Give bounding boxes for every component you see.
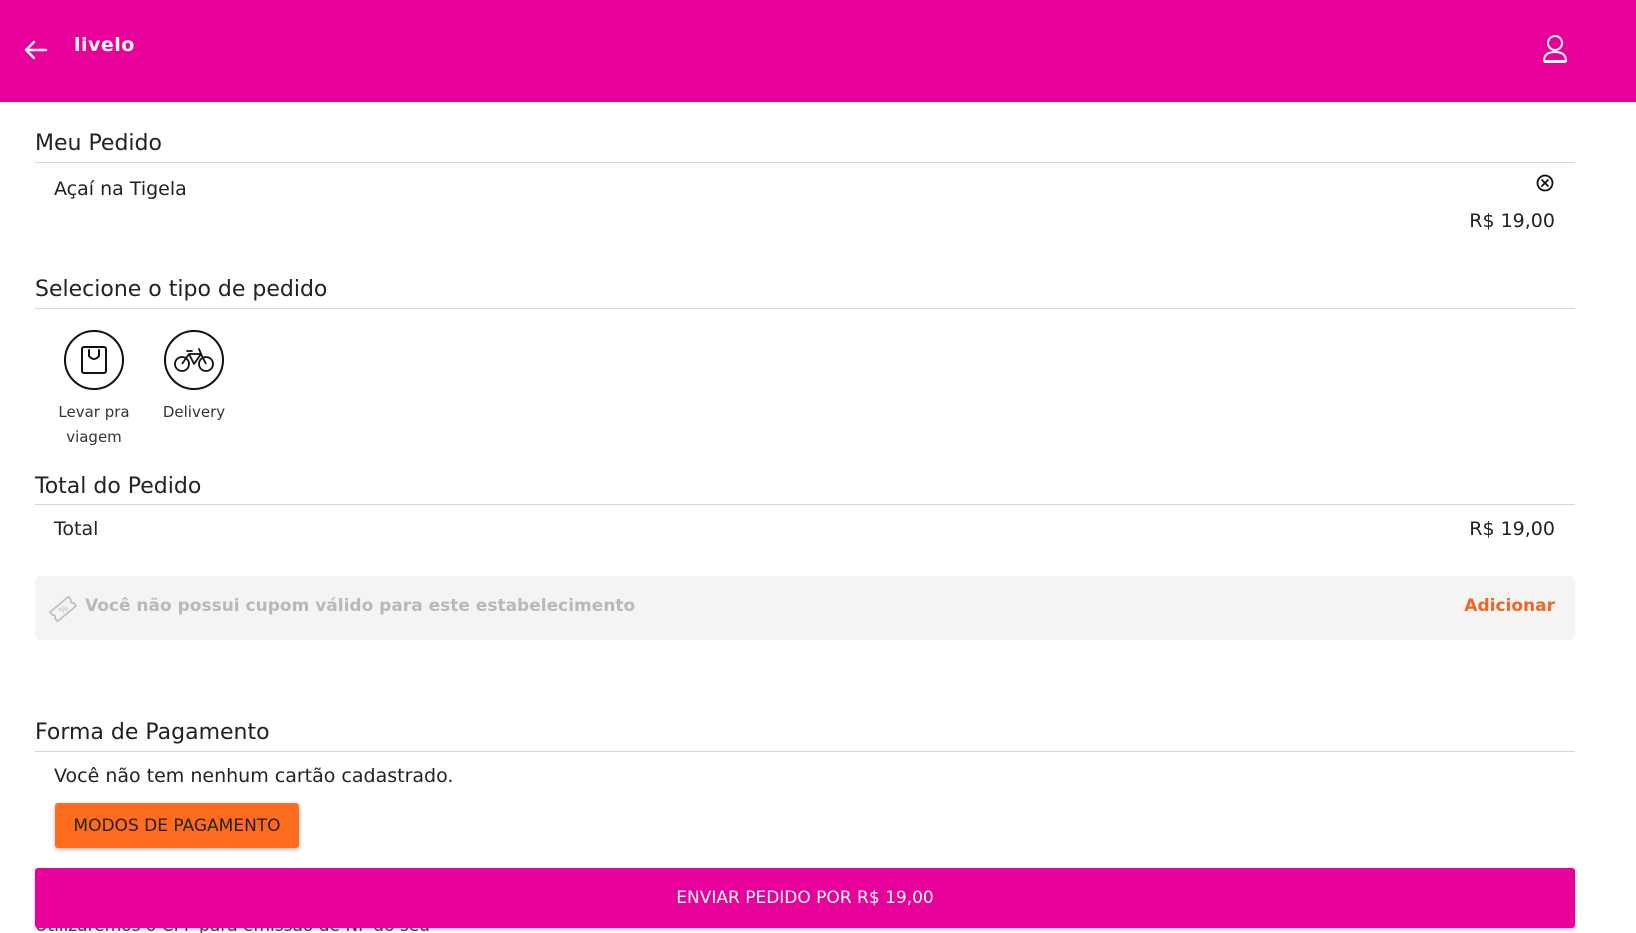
no-card-message: Você não tem nenhum cartão cadastrado. (54, 765, 454, 787)
coupon-message: Você não possui cupom válido para este e… (85, 596, 636, 616)
order-item-name: Açaí na Tigela (54, 178, 187, 200)
shopping-bag-icon (64, 330, 124, 390)
divider (35, 162, 1575, 163)
divider (35, 751, 1575, 752)
total-section-title: Total do Pedido (35, 474, 202, 499)
order-type-label: Levar pra viagem (58, 403, 130, 446)
close-circle-icon[interactable] (1536, 174, 1554, 192)
total-value: R$ 19,00 (1469, 518, 1555, 540)
order-item-price: R$ 19,00 (1469, 210, 1555, 232)
order-type-takeaway[interactable]: Levar pra viagem (44, 330, 144, 450)
order-section-title: Meu Pedido (35, 131, 162, 156)
divider (35, 504, 1575, 505)
total-label: Total (54, 518, 99, 540)
coupon-ticket-icon: % (47, 593, 79, 625)
submit-order-button[interactable]: ENVIAR PEDIDO POR R$ 19,00 (35, 868, 1575, 928)
user-icon[interactable] (1541, 34, 1569, 64)
svg-text:%: % (57, 603, 70, 616)
add-coupon-link[interactable]: Adicionar (1464, 596, 1555, 616)
top-bar: livelo (0, 0, 1636, 102)
payment-modes-button[interactable]: MODOS DE PAGAMENTO (55, 803, 299, 848)
order-type-section-title: Selecione o tipo de pedido (35, 277, 328, 302)
payment-section-title: Forma de Pagamento (35, 720, 270, 745)
back-arrow-icon[interactable] (22, 36, 50, 64)
order-type-label: Delivery (162, 403, 226, 421)
livelo-logo[interactable]: livelo (74, 34, 135, 56)
divider (35, 308, 1575, 309)
bicycle-icon (164, 330, 224, 390)
coupon-bar: % Você não possui cupom válido para este… (35, 576, 1575, 640)
order-type-delivery[interactable]: Delivery (144, 330, 244, 425)
